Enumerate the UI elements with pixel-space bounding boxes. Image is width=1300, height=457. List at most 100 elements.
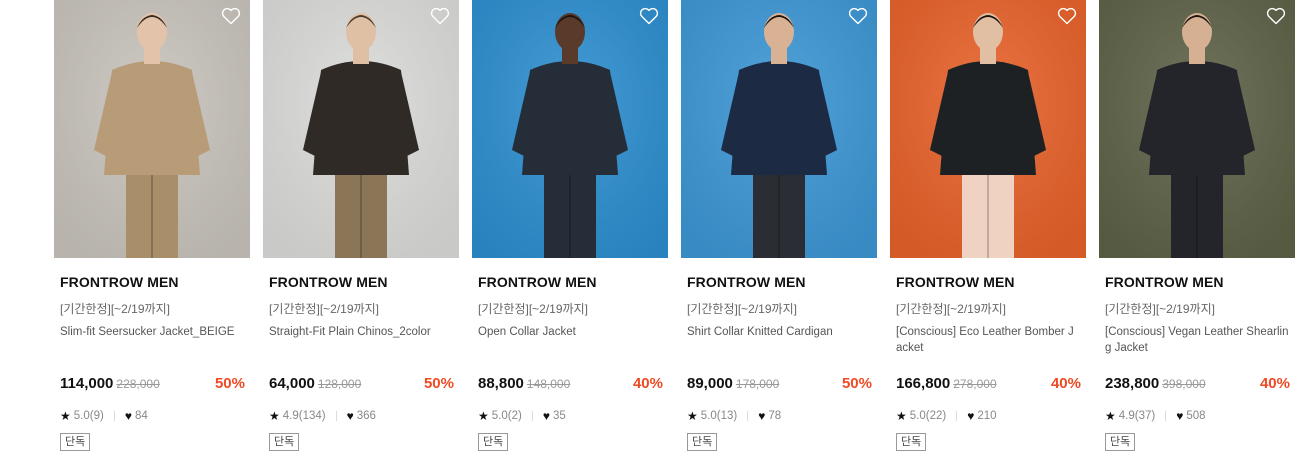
- original-price: 148,000: [526, 377, 571, 391]
- brand-name[interactable]: FRONTROW MEN: [896, 274, 1015, 290]
- brand-name[interactable]: FRONTROW MEN: [687, 274, 806, 290]
- sale-price: 166,800: [896, 375, 951, 392]
- product-name[interactable]: Slim-fit Seersucker Jacket_BEIGE: [60, 324, 244, 340]
- exclusive-badge: 단독: [269, 433, 300, 451]
- rating-text: 5.0(22): [909, 410, 947, 422]
- product-photo: [54, 0, 250, 258]
- price-block: 64,000 128,000: [269, 375, 361, 392]
- original-price: 398,000: [1162, 377, 1206, 391]
- promo-label: [기간한정][~2/19까지]: [896, 302, 1006, 316]
- divider: [1165, 411, 1167, 421]
- wishlist-heart-icon[interactable]: [1057, 7, 1077, 25]
- like-count: 84: [134, 410, 148, 422]
- price-block: 114,000 228,000: [60, 375, 160, 392]
- original-price: 178,000: [735, 377, 780, 391]
- wishlist-heart-icon[interactable]: [430, 7, 450, 25]
- product-photo: [263, 0, 459, 258]
- product-meta: ★ 4.9(134) ♥ 366: [269, 409, 376, 423]
- sale-price: 89,000: [687, 375, 733, 392]
- star-icon: ★: [60, 409, 71, 423]
- product-photo: [472, 0, 668, 258]
- sale-price: 114,000: [60, 375, 114, 392]
- brand-name[interactable]: FRONTROW MEN: [60, 274, 179, 290]
- product-grid: FRONTROW MEN [기간한정][~2/19까지] Slim-fit Se…: [0, 0, 1300, 457]
- exclusive-badge: 단독: [1105, 433, 1136, 451]
- product-card[interactable]: FRONTROW MEN [기간한정][~2/19까지] Slim-fit Se…: [54, 0, 250, 457]
- promo-label: [기간한정][~2/19까지]: [60, 302, 170, 316]
- heart-icon: ♥: [542, 409, 550, 423]
- wishlist-heart-icon[interactable]: [639, 7, 659, 25]
- wishlist-heart-icon[interactable]: [221, 7, 241, 25]
- product-name[interactable]: Straight-Fit Plain Chinos_2color: [269, 324, 453, 340]
- sale-price: 88,800: [478, 375, 524, 392]
- exclusive-badge: 단독: [478, 433, 509, 451]
- product-image[interactable]: [681, 0, 877, 258]
- promo-label: [기간한정][~2/19까지]: [478, 302, 588, 316]
- product-card[interactable]: FRONTROW MEN [기간한정][~2/19까지] Open Collar…: [472, 0, 668, 457]
- like-count: 35: [552, 410, 566, 422]
- brand-name[interactable]: FRONTROW MEN: [478, 274, 597, 290]
- price-block: 166,800 278,000: [896, 375, 997, 392]
- star-icon: ★: [687, 409, 698, 423]
- star-icon: ★: [269, 409, 280, 423]
- product-meta: ★ 5.0(2) ♥ 35: [478, 409, 566, 423]
- divider: [113, 411, 115, 421]
- like-count: 366: [356, 410, 376, 422]
- promo-label: [기간한정][~2/19까지]: [269, 302, 379, 316]
- heart-icon: ♥: [124, 409, 132, 423]
- wishlist-heart-icon[interactable]: [848, 7, 868, 25]
- product-meta: ★ 5.0(13) ♥ 78: [687, 409, 781, 423]
- product-meta: ★ 5.0(22) ♥ 210: [896, 409, 997, 423]
- brand-name[interactable]: FRONTROW MEN: [1105, 274, 1224, 290]
- product-photo: [1099, 0, 1295, 258]
- product-image[interactable]: [1099, 0, 1295, 258]
- exclusive-badge: 단독: [60, 433, 91, 451]
- original-price: 278,000: [953, 377, 997, 391]
- discount-rate: 40%: [1050, 375, 1081, 392]
- sale-price: 64,000: [269, 375, 315, 392]
- product-card[interactable]: FRONTROW MEN [기간한정][~2/19까지] Shirt Colla…: [681, 0, 877, 457]
- product-card[interactable]: FRONTROW MEN [기간한정][~2/19까지] [Conscious]…: [1099, 0, 1295, 457]
- promo-label: [기간한정][~2/19까지]: [1105, 302, 1215, 316]
- product-name[interactable]: [Conscious] Vegan Leather Shearling Jack…: [1105, 324, 1289, 356]
- rating-text: 4.9(134): [282, 410, 326, 422]
- product-card[interactable]: FRONTROW MEN [기간한정][~2/19까지] [Conscious]…: [890, 0, 1086, 457]
- like-count: 508: [1186, 410, 1206, 422]
- price-block: 238,800 398,000: [1105, 375, 1206, 392]
- price-block: 88,800 148,000: [478, 375, 570, 392]
- product-image[interactable]: [472, 0, 668, 258]
- rating-text: 5.0(9): [73, 410, 104, 422]
- product-image[interactable]: [263, 0, 459, 258]
- product-image[interactable]: [54, 0, 250, 258]
- original-price: 228,000: [116, 377, 160, 391]
- heart-icon: ♥: [346, 409, 354, 423]
- star-icon: ★: [896, 409, 907, 423]
- product-photo: [681, 0, 877, 258]
- divider: [956, 411, 958, 421]
- product-meta: ★ 5.0(9) ♥ 84: [60, 409, 148, 423]
- rating-text: 4.9(37): [1118, 410, 1156, 422]
- heart-icon: ♥: [758, 409, 766, 423]
- wishlist-heart-icon[interactable]: [1266, 7, 1286, 25]
- rating-text: 5.0(13): [700, 410, 738, 422]
- star-icon: ★: [1105, 409, 1116, 423]
- product-name[interactable]: Shirt Collar Knitted Cardigan: [687, 324, 871, 340]
- product-card[interactable]: FRONTROW MEN [기간한정][~2/19까지] Straight-Fi…: [263, 0, 459, 457]
- product-name[interactable]: Open Collar Jacket: [478, 324, 662, 340]
- price-block: 89,000 178,000: [687, 375, 779, 392]
- discount-rate: 40%: [1259, 375, 1290, 392]
- exclusive-badge: 단독: [896, 433, 927, 451]
- brand-name[interactable]: FRONTROW MEN: [269, 274, 388, 290]
- product-name[interactable]: [Conscious] Eco Leather Bomber Jacket: [896, 324, 1080, 356]
- product-image[interactable]: [890, 0, 1086, 258]
- divider: [531, 411, 533, 421]
- discount-rate: 50%: [214, 375, 245, 392]
- heart-icon: ♥: [1176, 409, 1184, 423]
- heart-icon: ♥: [967, 409, 975, 423]
- exclusive-badge: 단독: [687, 433, 718, 451]
- discount-rate: 40%: [632, 375, 663, 392]
- discount-rate: 50%: [841, 375, 872, 392]
- original-price: 128,000: [317, 377, 362, 391]
- like-count: 78: [768, 410, 782, 422]
- discount-rate: 50%: [423, 375, 454, 392]
